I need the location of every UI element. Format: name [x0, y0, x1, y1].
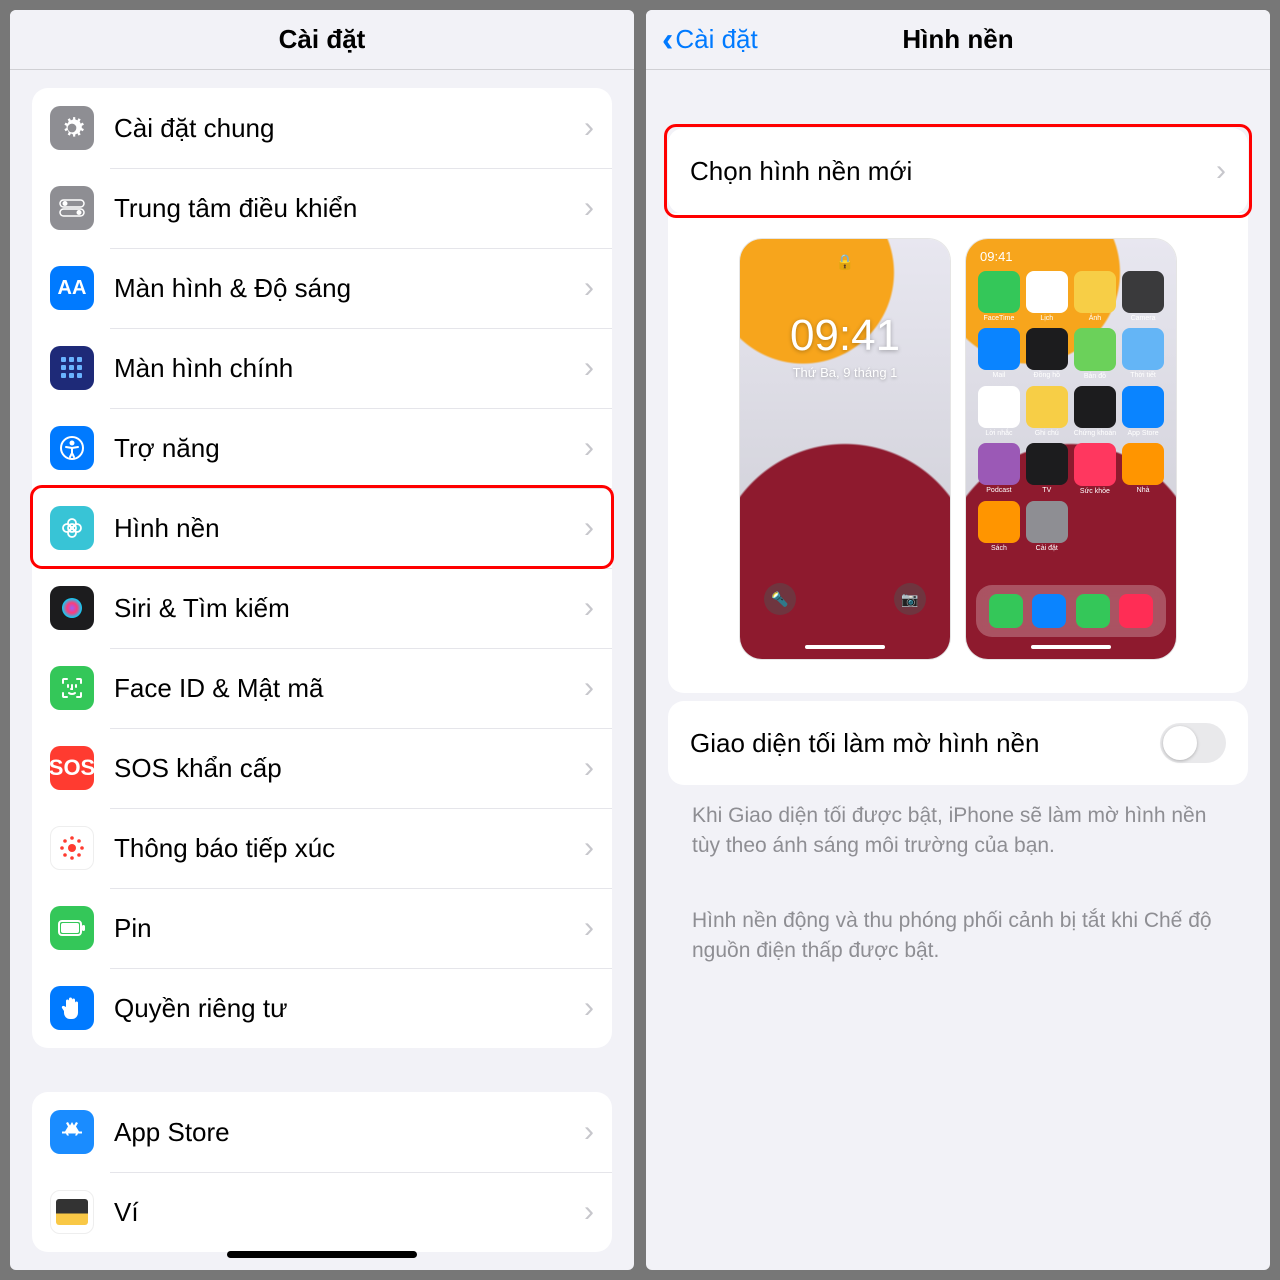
- row-label: Pin: [114, 913, 584, 944]
- accessibility-icon: [50, 426, 94, 470]
- dim-wallpaper-row: Giao diện tối làm mờ hình nền: [668, 701, 1248, 785]
- chevron-right-icon: ›: [584, 751, 594, 785]
- settings-group-main: Cài đặt chung › Trung tâm điều khiển › A…: [32, 88, 612, 1048]
- chevron-right-icon: ›: [584, 191, 594, 225]
- home-indicator[interactable]: [227, 1251, 417, 1258]
- row-label: Cài đặt chung: [114, 113, 584, 144]
- faceid-icon: [50, 666, 94, 710]
- row-control-center[interactable]: Trung tâm điều khiển ›: [32, 168, 612, 248]
- home-app-grid: FaceTimeLịchẢnhCameraMailĐồng hồBản đồTh…: [978, 271, 1164, 552]
- chevron-right-icon: ›: [584, 1115, 594, 1149]
- row-label: Ví: [114, 1197, 584, 1228]
- back-button[interactable]: ‹ Cài đặt: [662, 23, 758, 57]
- row-label: SOS khẩn cấp: [114, 753, 584, 784]
- row-general[interactable]: Cài đặt chung ›: [32, 88, 612, 168]
- exposure-icon: [50, 826, 94, 870]
- chevron-right-icon: ›: [584, 991, 594, 1025]
- text-size-icon: AA: [50, 266, 94, 310]
- dim-footnote: Khi Giao diện tối được bật, iPhone sẽ là…: [668, 785, 1248, 862]
- wallpaper-content: Chọn hình nền mới › 🔒 09:41 Thứ Ba, 9 th…: [646, 70, 1270, 1270]
- homescreen-preview[interactable]: 09:41 FaceTimeLịchẢnhCameraMailĐồng hồBả…: [966, 239, 1176, 659]
- row-wallpaper[interactable]: Hình nền ›: [32, 488, 612, 568]
- chevron-right-icon: ›: [584, 111, 594, 145]
- row-battery[interactable]: Pin ›: [32, 888, 612, 968]
- row-label: Trợ năng: [114, 433, 584, 464]
- preview-time: 09:41: [980, 249, 1013, 264]
- gear-icon: [50, 106, 94, 150]
- dim-wallpaper-switch[interactable]: [1160, 723, 1226, 763]
- choose-wallpaper-block: Chọn hình nền mới ›: [668, 128, 1248, 214]
- row-label: Màn hình & Độ sáng: [114, 273, 584, 304]
- hand-icon: [50, 986, 94, 1030]
- row-appstore[interactable]: App Store ›: [32, 1092, 612, 1172]
- row-accessibility[interactable]: Trợ năng ›: [32, 408, 612, 488]
- row-siri-search[interactable]: Siri & Tìm kiếm ›: [32, 568, 612, 648]
- row-faceid-passcode[interactable]: Face ID & Mật mã ›: [32, 648, 612, 728]
- wallpaper-screen: ‹ Cài đặt Hình nền Chọn hình nền mới › 🔒…: [646, 10, 1270, 1270]
- chevron-right-icon: ›: [584, 271, 594, 305]
- home-grid-icon: [50, 346, 94, 390]
- dynamic-footnote: Hình nền động và thu phóng phối cảnh bị …: [668, 890, 1248, 967]
- chevron-right-icon: ›: [584, 831, 594, 865]
- toggles-icon: [50, 186, 94, 230]
- settings-header: Cài đặt: [10, 10, 634, 70]
- row-exposure[interactable]: Thông báo tiếp xúc ›: [32, 808, 612, 888]
- home-indicator-preview: [1031, 645, 1111, 649]
- row-label: Thông báo tiếp xúc: [114, 833, 584, 864]
- row-label: Hình nền: [114, 513, 584, 544]
- lockscreen-time: 09:41: [740, 311, 950, 361]
- wallpaper-icon: [50, 506, 94, 550]
- page-title: Cài đặt: [279, 24, 366, 55]
- row-label: Siri & Tìm kiếm: [114, 593, 584, 624]
- back-label: Cài đặt: [675, 24, 757, 55]
- chevron-right-icon: ›: [584, 1195, 594, 1229]
- row-home-screen[interactable]: Màn hình chính ›: [32, 328, 612, 408]
- row-label: Màn hình chính: [114, 353, 584, 384]
- row-sos[interactable]: SOS SOS khẩn cấp ›: [32, 728, 612, 808]
- wallpaper-header: ‹ Cài đặt Hình nền: [646, 10, 1270, 70]
- row-label: Trung tâm điều khiển: [114, 193, 584, 224]
- chevron-right-icon: ›: [584, 911, 594, 945]
- wallet-icon: [50, 1190, 94, 1234]
- row-label: App Store: [114, 1117, 584, 1148]
- battery-icon: [50, 906, 94, 950]
- sos-icon: SOS: [50, 746, 94, 790]
- chevron-right-icon: ›: [584, 511, 594, 545]
- row-privacy[interactable]: Quyền riêng tư ›: [32, 968, 612, 1048]
- chevron-right-icon: ›: [584, 671, 594, 705]
- flashlight-icon: 🔦: [764, 583, 796, 615]
- row-wallet[interactable]: Ví ›: [32, 1172, 612, 1252]
- chevron-right-icon: ›: [584, 431, 594, 465]
- choose-label: Chọn hình nền mới: [690, 156, 1216, 187]
- lock-icon: 🔒: [740, 253, 950, 271]
- settings-scroll: Cài đặt chung › Trung tâm điều khiển › A…: [10, 70, 634, 1270]
- row-display[interactable]: AA Màn hình & Độ sáng ›: [32, 248, 612, 328]
- lockscreen-preview[interactable]: 🔒 09:41 Thứ Ba, 9 tháng 1 🔦 📷: [740, 239, 950, 659]
- siri-icon: [50, 586, 94, 630]
- settings-list-screen: Cài đặt Cài đặt chung › Trung tâm điều k…: [10, 10, 634, 1270]
- home-dock: [976, 585, 1166, 637]
- page-title: Hình nền: [902, 24, 1013, 55]
- chevron-right-icon: ›: [584, 591, 594, 625]
- appstore-icon: [50, 1110, 94, 1154]
- settings-group-apps: App Store › Ví ›: [32, 1092, 612, 1252]
- camera-icon: 📷: [894, 583, 926, 615]
- dim-label: Giao diện tối làm mờ hình nền: [690, 728, 1160, 759]
- choose-wallpaper-row[interactable]: Chọn hình nền mới ›: [668, 128, 1248, 214]
- lockscreen-date: Thứ Ba, 9 tháng 1: [740, 365, 950, 380]
- chevron-right-icon: ›: [584, 351, 594, 385]
- home-indicator-preview: [805, 645, 885, 649]
- row-label: Quyền riêng tư: [114, 993, 584, 1024]
- chevron-left-icon: ‹: [662, 23, 673, 57]
- wallpaper-previews: 🔒 09:41 Thứ Ba, 9 tháng 1 🔦 📷 09:41 Face…: [668, 213, 1248, 693]
- chevron-right-icon: ›: [1216, 154, 1226, 188]
- row-label: Face ID & Mật mã: [114, 673, 584, 704]
